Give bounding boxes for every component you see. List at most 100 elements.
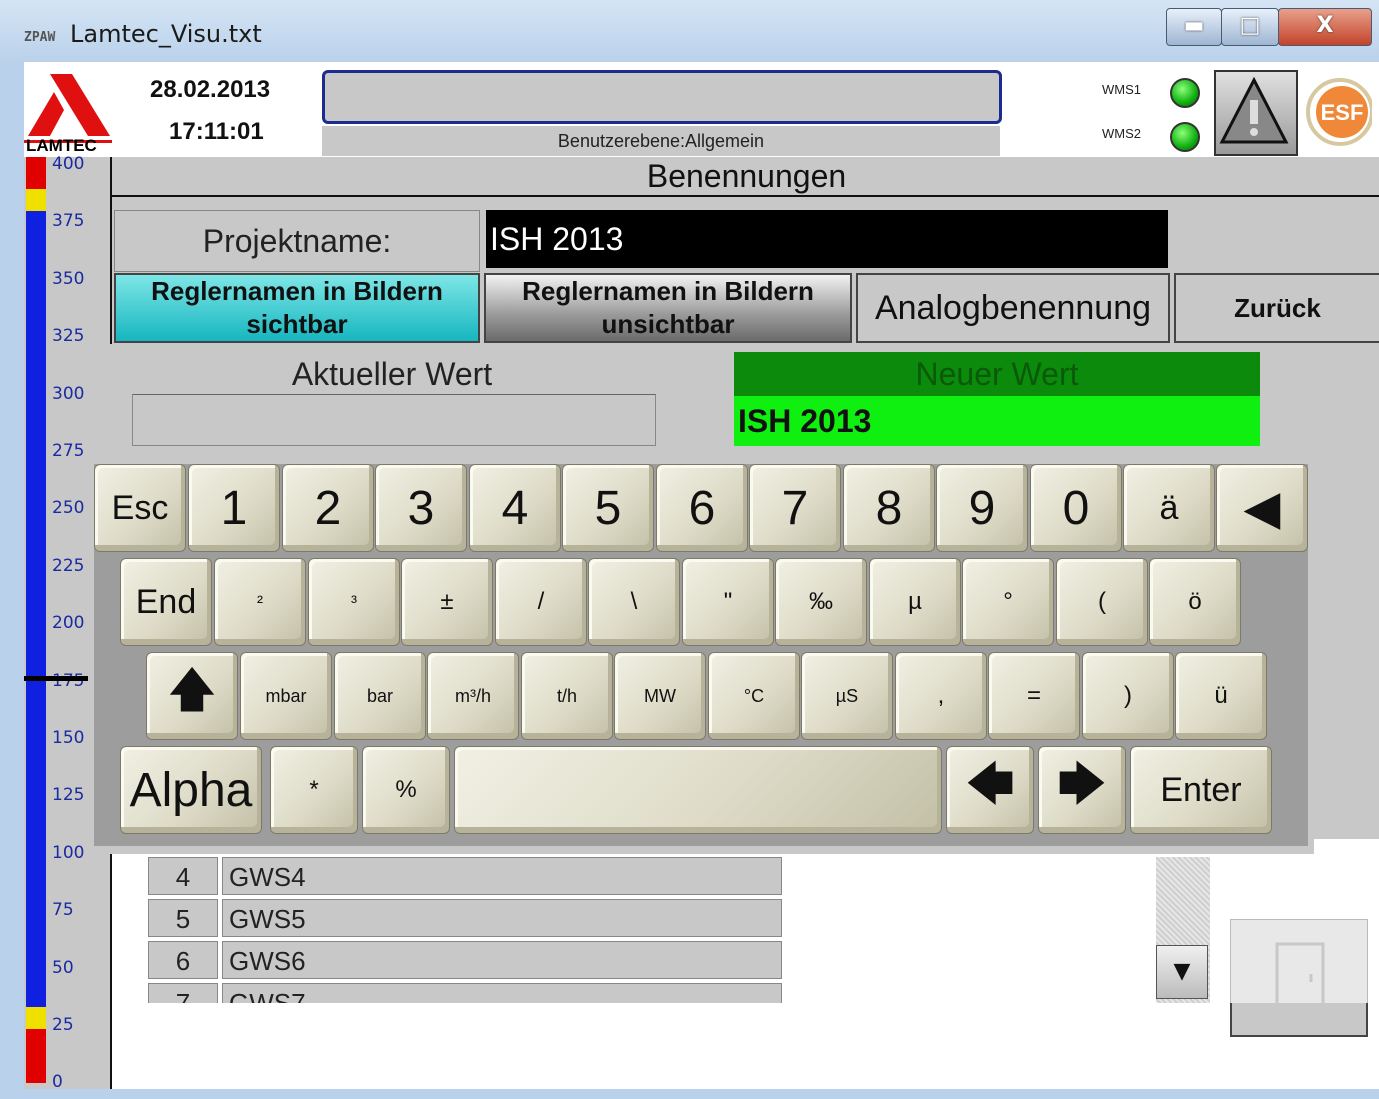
maximize-button[interactable]: □ [1221,8,1279,46]
app-icon: ZPAW [24,30,56,45]
key-comma[interactable]: , [895,652,987,740]
page-title: Benennungen [112,157,1379,197]
controller-names-hidden-button[interactable]: Reglernamen in Bildern unsichtbar [484,273,852,343]
project-name-field[interactable]: ISH 2013 [486,210,1168,268]
key-oe[interactable]: ö [1149,558,1241,646]
key-4[interactable]: 4 [469,464,561,552]
wms1-status-led-icon [1170,78,1200,108]
svg-text:ESF: ESF [1321,100,1364,125]
list-item-number: 4 [148,857,218,895]
scale-tick-label: 200 [52,613,85,634]
message-box [322,70,1002,124]
list-item[interactable]: 5 GWS5 [148,899,794,939]
key-shift[interactable]: 🡅 [146,652,238,740]
project-name-label: Projektname: [114,210,480,272]
logo-text: LAMTEC [26,136,97,155]
scale-tick-label: 350 [52,268,85,289]
scroll-down-button[interactable]: ▼ [1156,945,1208,999]
key-backspace[interactable]: ◀ [1216,464,1308,552]
scale-tick-label: 375 [52,211,85,232]
scale-tick-label: 225 [52,555,85,576]
scale-tick-label: 100 [52,842,85,863]
minimize-button[interactable]: ▬ [1166,8,1222,46]
key-enter[interactable]: Enter [1130,746,1272,834]
scale-upper-yellow [26,189,46,211]
minimize-icon: ▬ [1183,13,1205,38]
key-right[interactable]: 🡆 [1038,746,1126,834]
key-close-paren[interactable]: ) [1082,652,1174,740]
key-microsiemens[interactable]: µS [801,652,893,740]
key-open-paren[interactable]: ( [1056,558,1148,646]
list-item[interactable]: 6 GWS6 [148,941,794,981]
key-mbar[interactable]: mbar [240,652,332,740]
scale-upper-red [26,157,46,189]
key-plus-minus[interactable]: ± [401,558,493,646]
warning-triangle-icon [1219,76,1289,144]
key-1[interactable]: 1 [188,464,280,552]
window-bottom-border [0,1089,1379,1099]
list-item-name[interactable]: GWS6 [222,941,782,979]
key-m3h[interactable]: m³/h [427,652,519,740]
app-header: LAMTEC 28.02.2013 17:11:01 Benutzerebene… [24,62,1379,157]
key-degree[interactable]: ° [962,558,1054,646]
key-quote[interactable]: " [682,558,774,646]
exit-button-base [1230,1003,1368,1037]
controller-names-visible-button[interactable]: Reglernamen in Bildern sichtbar [114,273,480,343]
key-esc[interactable]: Esc [94,464,186,552]
key-end[interactable]: End [120,558,212,646]
scale-tick-label: 325 [52,326,85,347]
on-screen-keyboard: Esc 1 2 3 4 5 6 7 8 9 0 ä ◀ End ² ³ ± / \ " ‰ µ °(ö 🡅 mbar bar m³/… [94,464,1308,846]
key-micro[interactable]: µ [869,558,961,646]
key-slash[interactable]: / [495,558,587,646]
key-equals[interactable]: = [988,652,1080,740]
scale-tick-label: 25 [52,1015,74,1035]
key-0[interactable]: 0 [1030,464,1122,552]
current-value-field [132,394,656,446]
analog-naming-button[interactable]: Analogbenennung [856,273,1170,343]
scale-tick-label: 150 [52,728,85,748]
key-backslash[interactable]: \ [588,558,680,646]
new-value-field[interactable]: ISH 2013 [734,396,1260,446]
key-5[interactable]: 5 [562,464,654,552]
key-ue[interactable]: ü [1175,652,1267,740]
key-celsius[interactable]: °C [708,652,800,740]
warning-button[interactable] [1214,70,1298,156]
key-7[interactable]: 7 [749,464,841,552]
list-item-number: 6 [148,941,218,979]
key-9[interactable]: 9 [936,464,1028,552]
key-asterisk[interactable]: * [270,746,358,834]
key-space[interactable] [454,746,942,834]
date-display: 28.02.2013 [150,76,271,103]
scale-tick-label: 400 [52,154,85,174]
window-title: Lamtec_Visu.txt [70,20,262,48]
list-item-name[interactable]: GWS7 [222,983,782,1003]
new-value-label: Neuer Wert [734,352,1260,396]
scale-tick-label: 125 [52,785,85,806]
key-3[interactable]: 3 [375,464,467,552]
back-button[interactable]: Zurück [1174,273,1379,343]
esf-logo-icon: ESF [1306,78,1372,146]
key-left[interactable]: 🡄 [946,746,1034,834]
key-th[interactable]: t/h [521,652,613,740]
key-ae[interactable]: ä [1123,464,1215,552]
chevron-down-icon: ▼ [1173,959,1191,984]
list-item-name[interactable]: GWS5 [222,899,782,937]
list-item[interactable]: 7 GWS7 [148,983,794,1003]
close-button[interactable]: X [1278,8,1372,46]
key-2[interactable]: 2 [282,464,374,552]
list-item[interactable]: 4 GWS4 [148,857,794,897]
close-icon: X [1316,13,1334,38]
list-item-name[interactable]: GWS4 [222,857,782,895]
wms2-label: WMS2 [1102,126,1141,141]
key-alpha[interactable]: Alpha [120,746,262,834]
key-percent[interactable]: % [362,746,450,834]
key-superscript-2[interactable]: ² [214,558,306,646]
title-bar: ZPAW Lamtec_Visu.txt ▬ □ X [0,0,1379,62]
key-6[interactable]: 6 [656,464,748,552]
key-per-mille[interactable]: ‰ [775,558,867,646]
key-8[interactable]: 8 [843,464,935,552]
key-bar[interactable]: bar [334,652,426,740]
key-superscript-3[interactable]: ³ [308,558,400,646]
maximize-icon: □ [1239,13,1261,38]
key-mw[interactable]: MW [614,652,706,740]
